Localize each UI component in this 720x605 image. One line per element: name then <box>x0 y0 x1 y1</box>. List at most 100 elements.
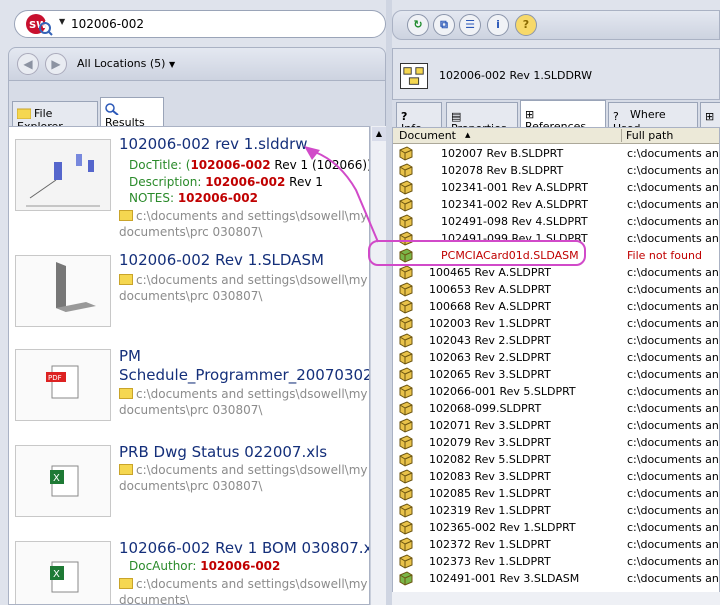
result-title[interactable]: PM Schedule_Programmer_20070302.p <box>119 347 369 385</box>
location-dropdown-arrow-icon[interactable]: ▼ <box>169 60 175 69</box>
part-file-icon <box>399 554 413 569</box>
column-fullpath[interactable]: Full path <box>621 129 673 142</box>
reference-row[interactable]: 100465 Rev A.SLDPRT c:\documents and s <box>393 264 719 281</box>
excel-thumbnail: X <box>15 541 111 604</box>
folder-icon <box>119 274 133 285</box>
result-path[interactable]: c:\documents and settings\dsowell\my doc… <box>119 462 369 494</box>
forward-arrow-icon[interactable]: ▶ <box>45 53 67 75</box>
meta-key: Description: <box>129 175 206 189</box>
grid-horizontal-scrollbar[interactable] <box>392 592 720 605</box>
reference-row[interactable]: 100653 Rev A.SLDPRT c:\documents and s <box>393 281 719 298</box>
reference-row[interactable]: 102066-001 Rev 5.SLDPRT c:\documents and … <box>393 383 719 400</box>
reference-fullpath: c:\documents and s <box>627 470 719 483</box>
tab-more[interactable]: ⊞ <box>700 102 720 128</box>
column-document[interactable]: Document <box>399 129 456 142</box>
tab-references[interactable]: ⊞References <box>520 100 606 133</box>
result-path-text: c:\documents and settings\dsowell\my doc… <box>119 273 368 303</box>
references-grid: Document ▲ Full path 102007 Rev B.SLDPRT… <box>392 127 720 605</box>
result-path[interactable]: c:\documents and settings\dsowell\my doc… <box>119 208 369 240</box>
result-item[interactable]: X 102066-002 Rev 1 BOM 030807.xls DocAut… <box>9 539 369 605</box>
part-file-icon <box>399 435 413 450</box>
tab-results[interactable]: Results <box>100 97 164 129</box>
refresh-icon[interactable]: ↻ <box>407 14 429 36</box>
part-file-icon <box>399 503 413 518</box>
reference-document: 102085 Rev 1.SLDPRT <box>429 487 551 500</box>
list-view-icon[interactable]: ☰ <box>459 14 481 36</box>
result-path[interactable]: c:\documents and settings\dsowell\my doc… <box>119 386 369 418</box>
search-box[interactable]: SW ▼ 102006-002 <box>14 10 386 38</box>
result-title[interactable]: PRB Dwg Status 022007.xls <box>119 443 327 461</box>
tab-where-used[interactable]: ?Where Used <box>608 102 698 135</box>
tab-info[interactable]: ?Info <box>396 102 442 135</box>
reference-fullpath: c:\documents and s <box>627 538 719 551</box>
info-icon[interactable]: i <box>487 14 509 36</box>
location-label: All Locations (5) <box>77 57 166 70</box>
tab-file-explorer[interactable]: File Explorer <box>12 101 98 133</box>
result-title[interactable]: 102006-002 Rev 1.SLDASM <box>119 251 324 269</box>
reference-row[interactable]: 102491-001 Rev 3.SLDASM c:\documents and … <box>393 570 719 587</box>
reference-row[interactable]: 102065 Rev 3.SLDPRT c:\documents and s <box>393 366 719 383</box>
result-title[interactable]: 102006-002 rev 1.slddrw <box>119 135 308 153</box>
tab-properties[interactable]: ▤Properties <box>446 102 518 135</box>
part-file-icon <box>399 384 413 399</box>
meta-value: Rev 1 (102066)) <box>270 158 370 172</box>
reference-document: 102082 Rev 5.SLDPRT <box>429 453 551 466</box>
reference-row[interactable]: 102341-002 Rev A.SLDPRT c:\documents and … <box>393 196 719 213</box>
help-icon[interactable]: ? <box>515 14 537 36</box>
reference-row[interactable]: 102373 Rev 1.SLDPRT c:\documents and s <box>393 553 719 570</box>
result-path[interactable]: c:\documents and settings\dsowell\my doc… <box>119 576 369 605</box>
reference-row[interactable]: 102365-002 Rev 1.SLDPRT c:\documents and … <box>393 519 719 536</box>
reference-row[interactable]: 102071 Rev 3.SLDPRT c:\documents and s <box>393 417 719 434</box>
result-item[interactable]: 102006-002 Rev 1.SLDASM c:\documents and… <box>9 251 369 341</box>
part-file-icon <box>399 520 413 535</box>
result-path-text: c:\documents and settings\dsowell\my doc… <box>119 577 368 605</box>
reference-document: 102341-001 Rev A.SLDPRT <box>441 181 588 194</box>
reference-document: 102043 Rev 2.SLDPRT <box>429 334 551 347</box>
search-input[interactable]: 102006-002 <box>71 17 144 31</box>
reference-row[interactable]: 102491-098 Rev 4.SLDPRT c:\documents and … <box>393 213 719 230</box>
reference-row[interactable]: 102079 Rev 3.SLDPRT c:\documents and s <box>393 434 719 451</box>
result-path-text: c:\documents and settings\dsowell\my doc… <box>119 463 368 493</box>
assembly-thumbnail <box>15 255 111 327</box>
reference-fullpath: c:\documents and s <box>627 487 719 500</box>
copy-icon[interactable]: ⧉ <box>433 14 455 36</box>
result-path[interactable]: c:\documents and settings\dsowell\my doc… <box>119 272 369 304</box>
reference-row[interactable]: 102082 Rev 5.SLDPRT c:\documents and s <box>393 451 719 468</box>
location-dropdown[interactable]: All Locations (5) ▼ <box>77 57 175 70</box>
reference-row[interactable]: 102319 Rev 1.SLDPRT c:\documents and s <box>393 502 719 519</box>
reference-document: 102373 Rev 1.SLDPRT <box>429 555 551 568</box>
part-file-icon <box>399 486 413 501</box>
reference-row[interactable]: 102063 Rev 2.SLDPRT c:\documents and s <box>393 349 719 366</box>
reference-row[interactable]: 102003 Rev 1.SLDPRT c:\documents and s <box>393 315 719 332</box>
part-file-icon <box>399 282 413 297</box>
part-file-icon <box>399 401 413 416</box>
results-scrollbar[interactable]: ▲ <box>370 126 386 605</box>
reference-row[interactable]: 102372 Rev 1.SLDPRT c:\documents and s <box>393 536 719 553</box>
results-list: 102006-002 rev 1.slddrw DocTitle: (10200… <box>8 126 370 605</box>
reference-row[interactable]: 100668 Rev A.SLDPRT c:\documents and s <box>393 298 719 315</box>
reference-row[interactable]: 102007 Rev B.SLDPRT c:\documents and s <box>393 145 719 162</box>
folder-icon <box>119 210 133 221</box>
grid-header: Document ▲ Full path <box>393 128 719 144</box>
back-arrow-icon[interactable]: ◀ <box>17 53 39 75</box>
reference-row[interactable]: 102078 Rev B.SLDPRT c:\documents and s <box>393 162 719 179</box>
result-title[interactable]: 102066-002 Rev 1 BOM 030807.xls <box>119 539 369 557</box>
result-item[interactable]: 102006-002 rev 1.slddrw DocTitle: (10200… <box>9 135 370 245</box>
result-item[interactable]: X PRB Dwg Status 022007.xls c:\documents… <box>9 443 369 533</box>
scroll-up-arrow-icon[interactable]: ▲ <box>372 127 386 141</box>
reference-row[interactable]: 102068-099.SLDPRT c:\documents and s <box>393 400 719 417</box>
reference-row[interactable]: 102341-001 Rev A.SLDPRT c:\documents and … <box>393 179 719 196</box>
reference-row[interactable]: 102085 Rev 1.SLDPRT c:\documents and s <box>393 485 719 502</box>
result-path-text: c:\documents and settings\dsowell\my doc… <box>119 387 368 417</box>
result-item[interactable]: PDF PM Schedule_Programmer_20070302.p c:\… <box>9 347 369 439</box>
reference-document: 102007 Rev B.SLDPRT <box>441 147 564 160</box>
meta-notes: NOTES: 102006-002 <box>129 191 258 205</box>
reference-row[interactable]: 102043 Rev 2.SLDPRT c:\documents and s <box>393 332 719 349</box>
reference-row[interactable]: 102083 Rev 3.SLDPRT c:\documents and s <box>393 468 719 485</box>
toolbar: ↻ ⧉ ☰ i ? <box>392 10 720 40</box>
reference-fullpath: c:\documents and s <box>627 555 719 568</box>
search-dropdown-arrow-icon[interactable]: ▼ <box>59 17 65 26</box>
reference-document: 102372 Rev 1.SLDPRT <box>429 538 551 551</box>
tab-overflow-icon: ⊞ <box>705 110 715 123</box>
solidworks-explorer-logo-icon[interactable]: SW <box>23 12 53 36</box>
